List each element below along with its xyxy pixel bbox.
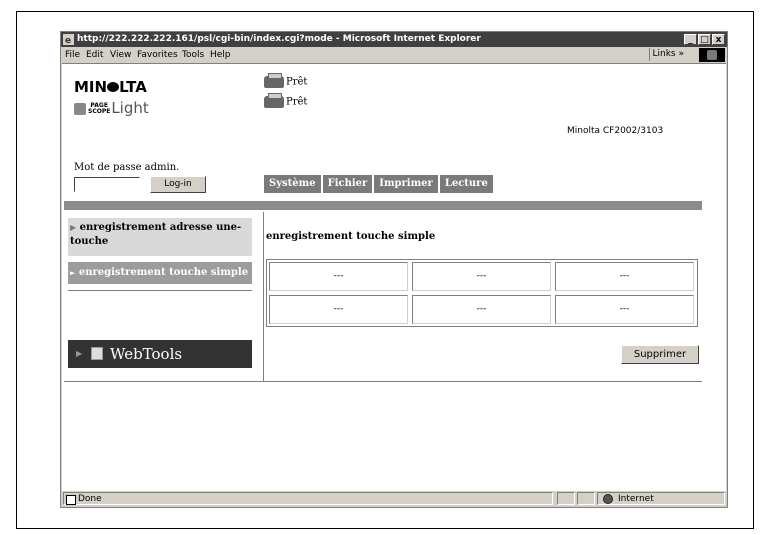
password-input[interactable] bbox=[74, 177, 140, 192]
menu-file[interactable]: File bbox=[65, 47, 80, 63]
menu-tools[interactable]: Tools bbox=[182, 47, 204, 63]
printer-status-text: Prêt bbox=[286, 96, 308, 108]
logo-text-end: LTA bbox=[119, 78, 147, 96]
webtools-button[interactable]: ▶ WebTools bbox=[68, 340, 252, 368]
links-toolbar[interactable]: Links » bbox=[648, 48, 688, 61]
table-cell[interactable]: --- bbox=[555, 295, 694, 324]
globe-icon bbox=[603, 494, 613, 504]
tab-systeme[interactable]: Système bbox=[264, 175, 321, 193]
window-title: http://222.222.222.161/psl/cgi-bin/index… bbox=[77, 34, 481, 44]
scanner-status: Prêt bbox=[264, 73, 308, 88]
table-cell[interactable]: --- bbox=[269, 295, 408, 324]
close-button[interactable]: x bbox=[712, 34, 725, 45]
main-tabs: Système Fichier Imprimer Lecture bbox=[264, 175, 493, 193]
tab-lecture[interactable]: Lecture bbox=[439, 175, 493, 193]
sidebar-item-adresse-une-touche[interactable]: ▶ enregistrement adresse une-touche bbox=[68, 218, 252, 256]
menu-view[interactable]: View bbox=[110, 47, 131, 63]
status-panel bbox=[557, 492, 575, 505]
pagescope-light: Light bbox=[111, 99, 149, 117]
page-content: MIN LTA PAGE SCOPELight Prêt Prêt Minolta … bbox=[62, 63, 726, 491]
security-zone-text: Internet bbox=[618, 494, 654, 504]
security-zone-panel: Internet bbox=[597, 492, 725, 505]
webtools-icon bbox=[91, 347, 103, 360]
logo-o-shape bbox=[107, 82, 120, 92]
content-bottom-rule bbox=[64, 381, 702, 382]
table-cell[interactable]: --- bbox=[555, 262, 694, 291]
printer-status: Prêt bbox=[264, 93, 308, 108]
arrow-right-icon: ► bbox=[70, 268, 76, 277]
page-icon bbox=[66, 495, 76, 505]
delete-button[interactable]: Supprimer bbox=[621, 345, 699, 364]
logo-text-start: MIN bbox=[74, 78, 108, 96]
minolta-logo: MIN LTA bbox=[74, 78, 147, 96]
sidebar-separator bbox=[263, 212, 264, 381]
page-title: enregistrement touche simple bbox=[266, 231, 436, 242]
arrow-right-icon: ▶ bbox=[76, 349, 83, 358]
scanner-status-text: Prêt bbox=[286, 76, 308, 88]
tab-imprimer[interactable]: Imprimer bbox=[374, 175, 438, 193]
one-touch-table: --- --- --- --- --- --- bbox=[266, 259, 698, 327]
table-cell[interactable]: --- bbox=[269, 262, 408, 291]
menu-bar: File Edit View Favorites Tools Help Link… bbox=[61, 47, 727, 63]
status-panel bbox=[577, 492, 595, 505]
printer-icon bbox=[264, 93, 284, 108]
pagescope-light-logo: PAGE SCOPELight bbox=[74, 99, 149, 117]
scanner-icon bbox=[264, 73, 284, 88]
maximize-button[interactable]: □ bbox=[698, 34, 711, 45]
throbber bbox=[699, 48, 725, 62]
windows-logo-icon bbox=[707, 50, 717, 60]
status-bar: Done Internet bbox=[61, 491, 727, 507]
pagescope-bottom: SCOPE bbox=[88, 107, 111, 115]
svg-text:e: e bbox=[65, 36, 71, 45]
status-text: Done bbox=[78, 494, 102, 504]
password-label: Mot de passe admin. bbox=[74, 162, 180, 173]
menu-favorites[interactable]: Favorites bbox=[137, 47, 178, 63]
sidebar-item-label: enregistrement adresse une-touche bbox=[70, 222, 242, 247]
device-model: Minolta CF2002/3103 bbox=[567, 126, 664, 136]
menu-help[interactable]: Help bbox=[210, 47, 231, 63]
status-text-panel: Done bbox=[63, 492, 553, 505]
title-bar: e http://222.222.222.161/psl/cgi-bin/ind… bbox=[61, 32, 727, 47]
pagescope-icon bbox=[74, 102, 86, 115]
ie-icon: e bbox=[63, 34, 74, 45]
minimize-button[interactable]: _ bbox=[684, 34, 697, 45]
table-cell[interactable]: --- bbox=[412, 295, 551, 324]
login-button[interactable]: Log-in bbox=[150, 176, 206, 193]
webtools-label: WebTools bbox=[110, 345, 183, 363]
sidebar-item-label: enregistrement touche simple bbox=[78, 267, 249, 278]
sidebar-item-touche-simple[interactable]: ► enregistrement touche simple bbox=[68, 262, 252, 284]
sidebar-divider bbox=[68, 290, 252, 291]
browser-window: e http://222.222.222.161/psl/cgi-bin/ind… bbox=[60, 31, 728, 508]
table-cell[interactable]: --- bbox=[412, 262, 551, 291]
menu-edit[interactable]: Edit bbox=[86, 47, 103, 63]
arrow-right-icon: ▶ bbox=[70, 222, 77, 232]
tab-fichier[interactable]: Fichier bbox=[322, 175, 373, 193]
header-divider-bar bbox=[64, 201, 702, 210]
